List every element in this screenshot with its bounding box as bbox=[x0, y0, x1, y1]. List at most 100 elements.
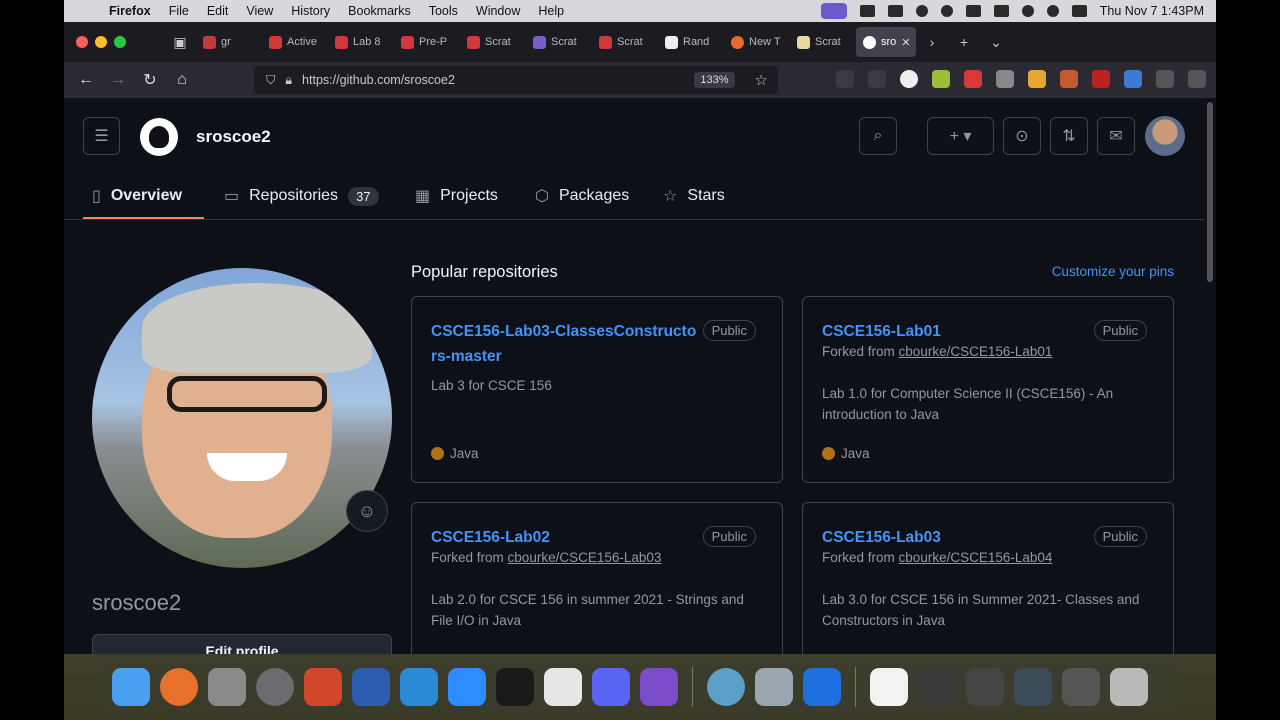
tab-item[interactable]: Active bbox=[262, 27, 328, 57]
tab-item[interactable]: Scrat bbox=[526, 27, 592, 57]
tab-stars[interactable]: ☆ Stars bbox=[663, 172, 725, 220]
profile-avatar[interactable] bbox=[92, 268, 392, 568]
quicktime-icon[interactable] bbox=[707, 668, 745, 706]
tab-repositories[interactable]: ▭ Repositories 37 bbox=[224, 172, 379, 220]
window-thumbnail-icon[interactable] bbox=[918, 668, 956, 706]
menu-bookmarks[interactable]: Bookmarks bbox=[339, 4, 420, 18]
battery-icon[interactable] bbox=[993, 5, 1009, 17]
keyboard-icon[interactable] bbox=[859, 5, 875, 17]
forked-from-link[interactable]: cbourke/CSCE156-Lab04 bbox=[899, 550, 1053, 565]
close-window-icon[interactable] bbox=[76, 36, 88, 48]
zoom-level-badge[interactable]: 133% bbox=[694, 72, 735, 88]
repo-name-link[interactable]: CSCE156-Lab03-ClassesConstructors-master bbox=[431, 319, 701, 369]
lock-icon[interactable]: 🔒︎ bbox=[285, 73, 292, 88]
extension-icon[interactable] bbox=[1060, 70, 1078, 88]
tab-item[interactable]: Scrat bbox=[460, 27, 526, 57]
tracking-shield-icon[interactable]: ⛉ bbox=[266, 73, 275, 88]
reload-icon[interactable]: ↻ bbox=[134, 70, 166, 90]
extension-icon[interactable] bbox=[1028, 70, 1046, 88]
set-status-smiley-icon[interactable]: ☺ bbox=[346, 490, 388, 532]
tab-item-active[interactable]: sro ✕ bbox=[856, 27, 916, 57]
header-username[interactable]: sroscoe2 bbox=[196, 127, 271, 147]
fullscreen-window-icon[interactable] bbox=[114, 36, 126, 48]
pocket-icon[interactable] bbox=[836, 70, 854, 88]
tab-packages[interactable]: ⬡ Packages bbox=[535, 172, 629, 220]
document-icon[interactable] bbox=[870, 668, 908, 706]
system-settings-icon[interactable] bbox=[256, 668, 294, 706]
menu-history[interactable]: History bbox=[282, 4, 339, 18]
list-all-tabs-icon[interactable]: ⌄ bbox=[980, 34, 1012, 51]
spotlight-search-icon[interactable] bbox=[1046, 5, 1059, 17]
finder-icon[interactable] bbox=[112, 668, 150, 706]
window-thumbnail-icon[interactable] bbox=[1014, 668, 1052, 706]
bookmark-star-icon[interactable]: ☆ bbox=[755, 71, 768, 89]
extension-icon[interactable] bbox=[932, 70, 950, 88]
tab-item[interactable]: Pre-P bbox=[394, 27, 460, 57]
bluetooth-icon[interactable] bbox=[965, 5, 981, 17]
extension-icon[interactable] bbox=[964, 70, 982, 88]
menu-app-name[interactable]: Firefox bbox=[100, 4, 160, 18]
chevron-right-icon[interactable]: › bbox=[916, 34, 948, 50]
tab-item[interactable]: Scrat bbox=[592, 27, 658, 57]
minimize-window-icon[interactable] bbox=[95, 36, 107, 48]
menu-view[interactable]: View bbox=[237, 4, 282, 18]
launchpad-icon[interactable] bbox=[208, 668, 246, 706]
repo-name-link[interactable]: CSCE156-Lab01 bbox=[822, 319, 1092, 344]
textedit-icon[interactable] bbox=[544, 668, 582, 706]
repo-name-link[interactable]: CSCE156-Lab03 bbox=[822, 525, 1092, 550]
tab-item[interactable]: Lab 8 bbox=[328, 27, 394, 57]
tab-item[interactable]: Rand bbox=[658, 27, 724, 57]
create-new-button[interactable]: + ▾ bbox=[927, 117, 994, 155]
forked-from-link[interactable]: cbourke/CSCE156-Lab01 bbox=[899, 344, 1053, 359]
tab-item[interactable]: Scrat bbox=[790, 27, 856, 57]
user-avatar[interactable] bbox=[1145, 116, 1185, 156]
menu-tools[interactable]: Tools bbox=[420, 4, 467, 18]
app-icon[interactable] bbox=[803, 668, 841, 706]
powerpoint-icon[interactable] bbox=[304, 668, 342, 706]
tab-item[interactable]: New T bbox=[724, 27, 790, 57]
menu-file[interactable]: File bbox=[160, 4, 198, 18]
wifi-icon[interactable] bbox=[1021, 5, 1034, 17]
focus-icon[interactable] bbox=[940, 5, 953, 17]
github-logo-icon[interactable] bbox=[140, 118, 178, 156]
tab-overview[interactable]: ▯ Overview bbox=[92, 172, 182, 220]
url-bar[interactable]: ⛉ 🔒︎ https://github.com/sroscoe2 133% ☆ bbox=[254, 66, 778, 94]
close-tab-icon[interactable]: ✕ bbox=[901, 36, 910, 49]
screen-share-icon[interactable] bbox=[820, 3, 847, 19]
inbox-icon[interactable]: ✉ bbox=[1097, 117, 1135, 155]
extension-icon[interactable] bbox=[1124, 70, 1142, 88]
extension-icon[interactable] bbox=[996, 70, 1014, 88]
discord-icon[interactable] bbox=[592, 668, 630, 706]
hamburger-menu-icon[interactable]: ☰ bbox=[83, 117, 120, 155]
firefox-icon[interactable] bbox=[160, 668, 198, 706]
window-thumbnail-icon[interactable] bbox=[1062, 668, 1100, 706]
extension-icon[interactable] bbox=[1092, 70, 1110, 88]
home-icon[interactable]: ⌂ bbox=[166, 71, 198, 89]
terminal-icon[interactable] bbox=[496, 668, 534, 706]
tab-projects[interactable]: ▦ Projects bbox=[415, 172, 498, 220]
hamburger-menu-icon[interactable] bbox=[1188, 70, 1206, 88]
customize-pins-link[interactable]: Customize your pins bbox=[1052, 264, 1174, 279]
window-thumbnail-icon[interactable] bbox=[966, 668, 1004, 706]
vscode-icon[interactable] bbox=[400, 668, 438, 706]
menubar-clock[interactable]: Thu Nov 7 1:43PM bbox=[1100, 4, 1204, 18]
issues-icon[interactable]: ⊙ bbox=[1003, 117, 1041, 155]
search-icon[interactable]: ⌕ bbox=[859, 117, 897, 155]
page-scrollbar[interactable] bbox=[1207, 102, 1213, 282]
extension-s-icon[interactable] bbox=[900, 70, 918, 88]
edit-profile-button[interactable]: Edit profile bbox=[92, 634, 392, 654]
word-icon[interactable] bbox=[352, 668, 390, 706]
clipboard-icon[interactable] bbox=[887, 5, 903, 17]
new-tab-icon[interactable]: + bbox=[948, 34, 980, 50]
obsidian-icon[interactable] bbox=[640, 668, 678, 706]
forked-from-link[interactable]: cbourke/CSCE156-Lab03 bbox=[508, 550, 662, 565]
tab-item[interactable]: gr bbox=[196, 27, 262, 57]
repo-name-link[interactable]: CSCE156-Lab02 bbox=[431, 525, 701, 550]
trash-icon[interactable] bbox=[1110, 668, 1148, 706]
extensions-puzzle-icon[interactable] bbox=[1156, 70, 1174, 88]
pull-requests-icon[interactable]: ⇅ bbox=[1050, 117, 1088, 155]
preview-icon[interactable] bbox=[755, 668, 793, 706]
tab-overview-icon[interactable]: ▣ bbox=[164, 34, 196, 51]
url-text[interactable]: https://github.com/sroscoe2 bbox=[302, 73, 455, 87]
forward-icon[interactable]: → bbox=[102, 71, 134, 89]
